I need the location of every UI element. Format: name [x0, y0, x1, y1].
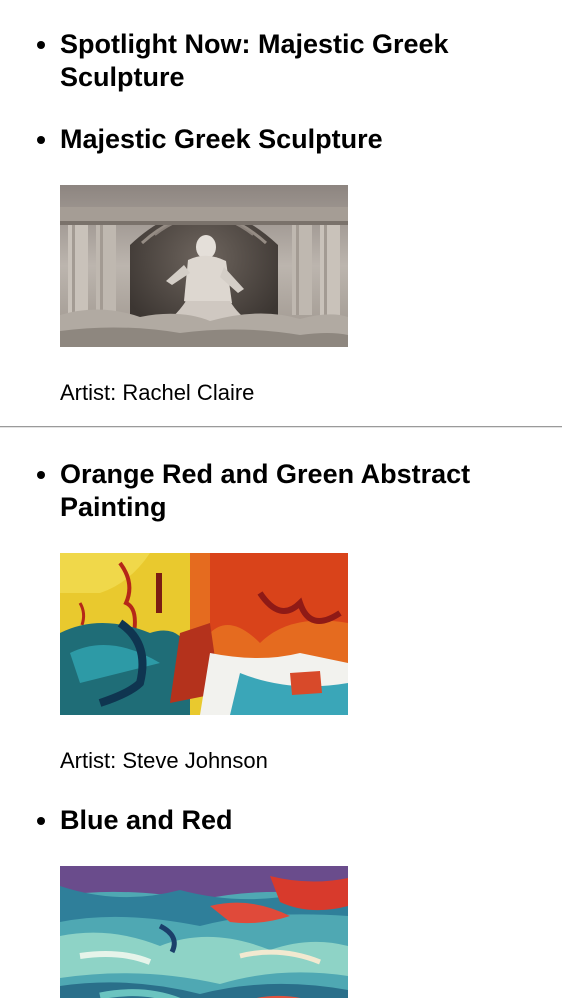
artwork-title: Orange Red and Green Abstract Painting — [60, 459, 471, 522]
page: Spotlight Now: Majestic Greek Sculpture … — [0, 0, 562, 998]
artwork-image — [60, 553, 348, 715]
artwork-item: Orange Red and Green Abstract Painting A… — [0, 458, 562, 774]
artwork-item: Majestic Greek Sculpture Artist: Rachel … — [0, 123, 562, 406]
artwork-image — [60, 866, 348, 998]
spotlight-item: Spotlight Now: Majestic Greek Sculpture — [0, 28, 562, 94]
artwork-list: Orange Red and Green Abstract Painting A… — [0, 458, 562, 998]
bullet-icon — [37, 136, 45, 144]
artwork-title: Blue and Red — [60, 805, 233, 835]
artwork-title: Majestic Greek Sculpture — [60, 124, 383, 154]
artist-credit: Artist: Steve Johnson — [60, 748, 268, 773]
bullet-icon — [37, 471, 45, 479]
bullet-icon — [37, 817, 45, 825]
spotlight-list: Spotlight Now: Majestic Greek Sculpture … — [0, 28, 562, 406]
artwork-item: Blue and Red — [0, 804, 562, 998]
spotlight-heading: Spotlight Now: Majestic Greek Sculpture — [60, 29, 449, 92]
artwork-image — [60, 185, 348, 347]
section-divider — [0, 426, 562, 428]
bullet-icon — [37, 41, 45, 49]
artist-credit: Artist: Rachel Claire — [60, 380, 255, 405]
